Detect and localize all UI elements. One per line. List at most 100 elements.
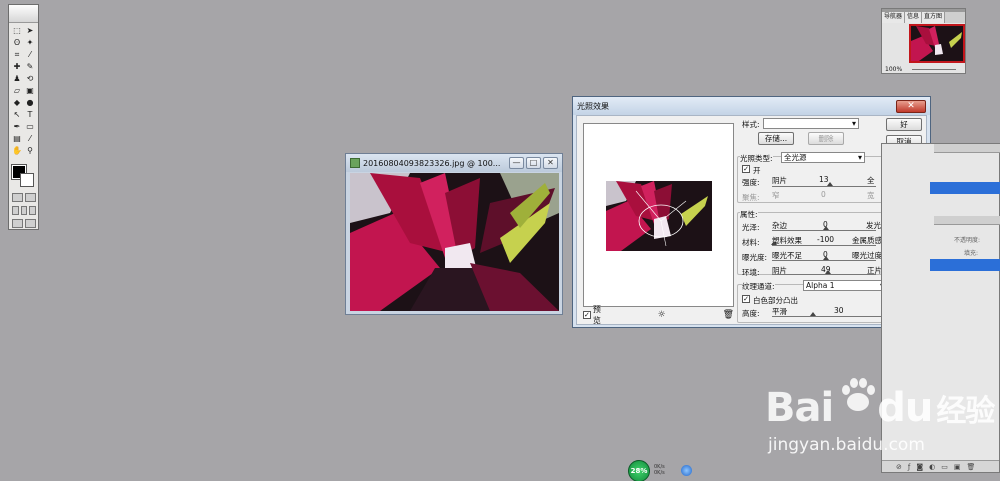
minimize-button[interactable]: — bbox=[509, 157, 524, 169]
exposure-slider-thumb[interactable] bbox=[823, 256, 829, 260]
accelerator-ball-icon[interactable] bbox=[681, 465, 692, 476]
layer-selected-row[interactable] bbox=[930, 259, 1000, 271]
navigator-tabs: 导航器 信息 直方图 bbox=[882, 12, 965, 23]
speed-readout: 0K/s 0K/s bbox=[654, 464, 665, 476]
tool-grid: ⬚ ➤ ʘ ✦ ⌗ ⁄ ✚ ✎ ♟ ⟲ ▱ ▣ ◆ ● ↖ T ✒ ▭ ▤ ⁄ … bbox=[9, 23, 38, 158]
delete-layer-icon[interactable]: 🗑 bbox=[967, 463, 976, 471]
preview-checkbox[interactable]: ✓ bbox=[583, 311, 591, 319]
dialog-title: 光照效果 bbox=[577, 101, 609, 111]
dialog-body: ✓ 预览 ☼ 🗑 样式: 存储... 删除 好 取消 光照类型: 全光源 ✓ 开… bbox=[576, 115, 927, 325]
light-on-checkbox[interactable]: ✓ bbox=[742, 165, 750, 173]
baidu-logo-text: Bai du 经验 bbox=[765, 385, 995, 431]
new-group-icon[interactable]: ▭ bbox=[941, 463, 948, 471]
navigator-thumbnail[interactable] bbox=[909, 24, 965, 63]
download-speed: 0K/s bbox=[654, 470, 665, 476]
image-canvas[interactable] bbox=[350, 173, 559, 311]
white-high-label: 白色部分凸出 bbox=[753, 296, 798, 305]
gloss-slider[interactable] bbox=[772, 230, 876, 231]
background-color-swatch[interactable] bbox=[20, 173, 34, 187]
navigator-zoom[interactable]: 100% bbox=[885, 66, 902, 73]
move-tool-icon[interactable]: ➤ bbox=[24, 25, 36, 36]
material-value: -100 bbox=[817, 235, 835, 244]
exposure-slider[interactable] bbox=[772, 260, 876, 261]
layer-mask-icon[interactable]: ◙ bbox=[916, 463, 923, 471]
style-select[interactable] bbox=[763, 118, 859, 129]
gloss-label: 光泽: bbox=[742, 223, 760, 232]
trash-icon[interactable]: 🗑 bbox=[723, 310, 734, 320]
jump-to-imageready-row[interactable] bbox=[12, 219, 36, 228]
blur-tool-icon[interactable]: ◆ bbox=[11, 97, 23, 108]
dialog-close-button[interactable]: ✕ bbox=[896, 99, 926, 113]
tab-histogram[interactable]: 直方图 bbox=[922, 12, 946, 23]
clone-stamp-tool-icon[interactable]: ♟ bbox=[11, 73, 23, 84]
history-brush-tool-icon[interactable]: ⟲ bbox=[24, 73, 36, 84]
focus-value: 0 bbox=[821, 190, 826, 199]
material-slider[interactable] bbox=[772, 245, 876, 246]
slice-tool-icon[interactable]: ⁄ bbox=[24, 49, 36, 60]
hand-tool-icon[interactable]: ✋ bbox=[11, 145, 23, 156]
history-panel-tabbar[interactable] bbox=[934, 144, 1000, 153]
brush-tool-icon[interactable]: ✎ bbox=[24, 61, 36, 72]
delete-style-button[interactable]: 删除 bbox=[808, 132, 844, 145]
ambience-slider-thumb[interactable] bbox=[825, 270, 831, 274]
path-selection-tool-icon[interactable]: ↖ bbox=[11, 109, 23, 120]
marquee-tool-icon[interactable]: ⬚ bbox=[11, 25, 23, 36]
pen-tool-icon[interactable]: ✒ bbox=[11, 121, 23, 132]
document-icon bbox=[350, 158, 360, 168]
crop-tool-icon[interactable]: ⌗ bbox=[11, 49, 23, 60]
history-selected-row[interactable] bbox=[930, 182, 1000, 194]
white-high-checkbox[interactable]: ✓ bbox=[742, 295, 750, 303]
light-bulb-icon[interactable]: ☼ bbox=[657, 310, 665, 320]
magic-wand-tool-icon[interactable]: ✦ bbox=[24, 37, 36, 48]
screen-mode-row[interactable] bbox=[12, 206, 37, 215]
dialog-title-bar[interactable]: 光照效果 ✕ bbox=[573, 97, 930, 115]
ambience-slider[interactable] bbox=[772, 274, 876, 275]
tab-info[interactable]: 信息 bbox=[905, 12, 923, 23]
light-type-label: 光照类型: bbox=[740, 153, 773, 164]
layers-panel-footer: ⊘ ƒ ◙ ◐ ▭ ▣ 🗑 bbox=[882, 460, 999, 472]
layers-panel-tabbar[interactable] bbox=[934, 216, 1000, 225]
shape-tool-icon[interactable]: ▭ bbox=[24, 121, 36, 132]
exposure-label: 曝光度: bbox=[742, 253, 768, 262]
gradient-tool-icon[interactable]: ▣ bbox=[24, 85, 36, 96]
type-tool-icon[interactable]: T bbox=[24, 109, 36, 120]
save-style-button[interactable]: 存储... bbox=[758, 132, 794, 145]
notes-tool-icon[interactable]: ▤ bbox=[11, 133, 23, 144]
new-layer-icon[interactable]: ▣ bbox=[954, 463, 961, 471]
quick-mask-mode-row[interactable] bbox=[12, 193, 36, 202]
texture-channel-select[interactable]: Alpha 1 bbox=[803, 280, 887, 291]
material-label: 材料: bbox=[742, 238, 760, 247]
eraser-tool-icon[interactable]: ▱ bbox=[11, 85, 23, 96]
eyedropper-tool-icon[interactable]: ⁄ bbox=[24, 133, 36, 144]
adjustment-layer-icon[interactable]: ◐ bbox=[929, 463, 935, 471]
light-type-select[interactable]: 全光源 bbox=[781, 152, 865, 163]
maximize-button[interactable]: □ bbox=[526, 157, 541, 169]
tab-navigator[interactable]: 导航器 bbox=[882, 12, 906, 23]
healing-brush-tool-icon[interactable]: ✚ bbox=[11, 61, 23, 72]
intensity-slider-thumb[interactable] bbox=[827, 182, 833, 186]
layer-style-icon[interactable]: ƒ bbox=[908, 463, 910, 471]
close-button[interactable]: ✕ bbox=[543, 157, 558, 169]
dodge-tool-icon[interactable]: ● bbox=[24, 97, 36, 108]
navigator-zoom-slider[interactable] bbox=[912, 69, 956, 70]
intensity-slider[interactable] bbox=[772, 186, 876, 187]
focus-right-label: 宽 bbox=[867, 191, 875, 200]
focus-label: 聚焦: bbox=[742, 193, 760, 202]
ok-button[interactable]: 好 bbox=[886, 118, 922, 131]
lasso-tool-icon[interactable]: ʘ bbox=[11, 37, 23, 48]
ambience-label: 环境: bbox=[742, 268, 760, 277]
preview-area[interactable] bbox=[583, 123, 734, 307]
material-slider-thumb[interactable] bbox=[771, 241, 777, 245]
gloss-slider-thumb[interactable] bbox=[823, 226, 829, 230]
link-layers-icon[interactable]: ⊘ bbox=[896, 463, 902, 471]
zoom-tool-icon[interactable]: ⚲ bbox=[24, 145, 36, 156]
preview-image[interactable] bbox=[606, 181, 712, 251]
navigator-panel: 导航器 信息 直方图 100% bbox=[881, 8, 966, 74]
preview-label: 预览 bbox=[592, 305, 601, 325]
document-title-bar[interactable]: 20160804093823326.jpg @ 100... — □ ✕ bbox=[346, 154, 562, 172]
network-speed-widget[interactable]: 28% 0K/s 0K/s bbox=[628, 460, 694, 481]
intensity-right-label: 全 bbox=[867, 176, 875, 185]
flower-image bbox=[350, 173, 559, 311]
toolbox-header[interactable] bbox=[9, 5, 38, 23]
height-slider-thumb[interactable] bbox=[810, 312, 816, 316]
